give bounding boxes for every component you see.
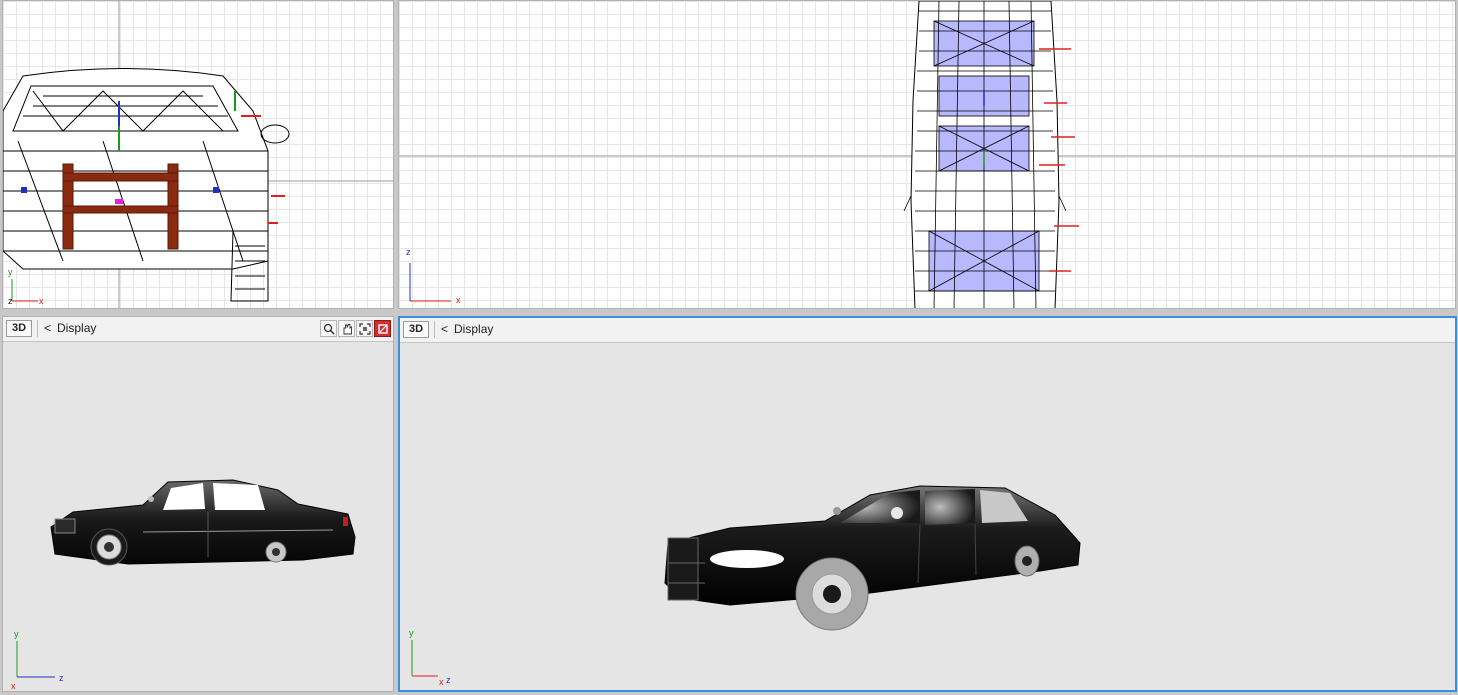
top-axis-gizmo (409, 263, 451, 302)
side-viewport[interactable]: 3D < Display y z x (2, 316, 394, 692)
front-axis-gizmo (11, 279, 38, 302)
front-wireframe-car (3, 1, 393, 308)
perspective-display-label: Display (454, 322, 494, 336)
top-axis-z-label: z (406, 247, 411, 257)
side-toolbar-icons (320, 320, 391, 338)
top-viewport[interactable]: z x (398, 0, 1456, 309)
chevron-left-icon: < (441, 322, 449, 336)
hand-icon[interactable] (338, 320, 355, 337)
side-render-canvas: y z x (3, 342, 393, 691)
side-display-label: Display (57, 321, 97, 335)
perspective-axis-z-label: z (446, 675, 451, 685)
perspective-render-canvas: y x z (400, 343, 1455, 690)
side-axis-z-label: z (59, 673, 64, 683)
side-axis-y-label: y (14, 629, 19, 639)
chevron-left-icon: < (44, 321, 52, 335)
top-wireframe-car (399, 1, 1455, 308)
side-view-mode-badge[interactable]: 3D (6, 320, 32, 337)
front-axis-y-label: y (8, 267, 13, 277)
perspective-axis-x-label: x (439, 677, 444, 687)
perspective-view-mode-badge[interactable]: 3D (403, 321, 429, 338)
top-axis-x-label: x (456, 295, 461, 305)
perspective-car-render (664, 485, 1081, 631)
front-axis-z-label: z (8, 296, 13, 306)
side-axis-x-label: x (11, 681, 16, 691)
side-viewport-toolbar: 3D < Display (3, 317, 393, 342)
maximize-icon[interactable] (374, 320, 391, 337)
side-display-menu[interactable]: < Display (37, 320, 102, 337)
perspective-viewport-toolbar: 3D < Display (400, 318, 1455, 343)
front-viewport[interactable]: y z x (2, 0, 394, 309)
front-axis-x-label: x (39, 296, 44, 306)
zoom-extents-icon[interactable] (356, 320, 373, 337)
perspective-display-menu[interactable]: < Display (434, 321, 499, 338)
magnifier-icon[interactable] (320, 320, 337, 337)
perspective-axis-y-label: y (409, 628, 414, 638)
perspective-viewport[interactable]: 3D < Display y x z (398, 316, 1457, 692)
